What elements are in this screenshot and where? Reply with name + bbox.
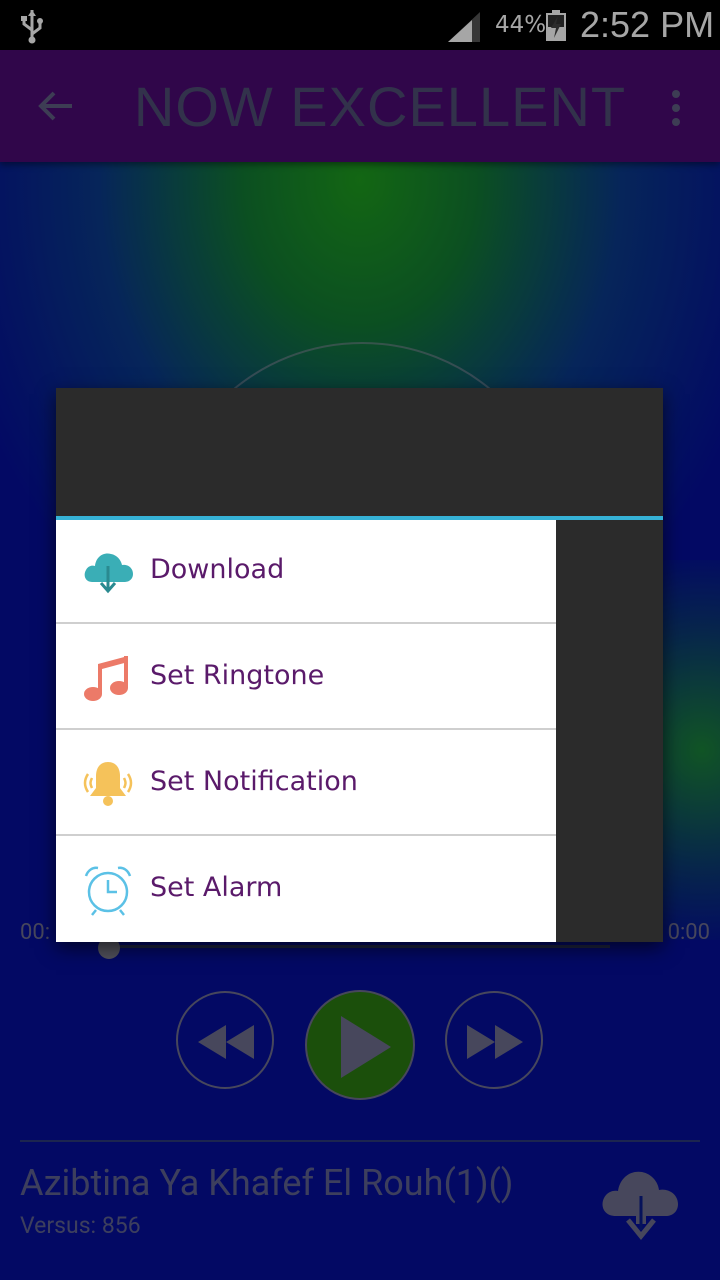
cloud-download-icon [84,553,133,594]
option-set-ringtone[interactable]: Set Ringtone [56,626,556,730]
music-note-icon [84,656,128,701]
alarm-clock-icon [84,866,132,916]
options-dialog: Download Set Ringtone Set Notification S… [56,388,663,942]
bell-icon [83,762,133,806]
option-label: Set Notification [150,766,358,797]
dialog-option-list: Download Set Ringtone Set Notification S… [56,520,556,942]
option-set-notification[interactable]: Set Notification [56,732,556,836]
dialog-header [56,388,663,516]
screen: 44% 2:52 PM NOW EXCELLENT 00: 0:00 Azibt… [0,0,720,1280]
option-download[interactable]: Download [56,520,556,624]
option-label: Set Alarm [150,872,283,903]
option-label: Set Ringtone [150,660,325,691]
option-set-alarm[interactable]: Set Alarm [56,838,556,942]
option-label: Download [150,554,285,585]
